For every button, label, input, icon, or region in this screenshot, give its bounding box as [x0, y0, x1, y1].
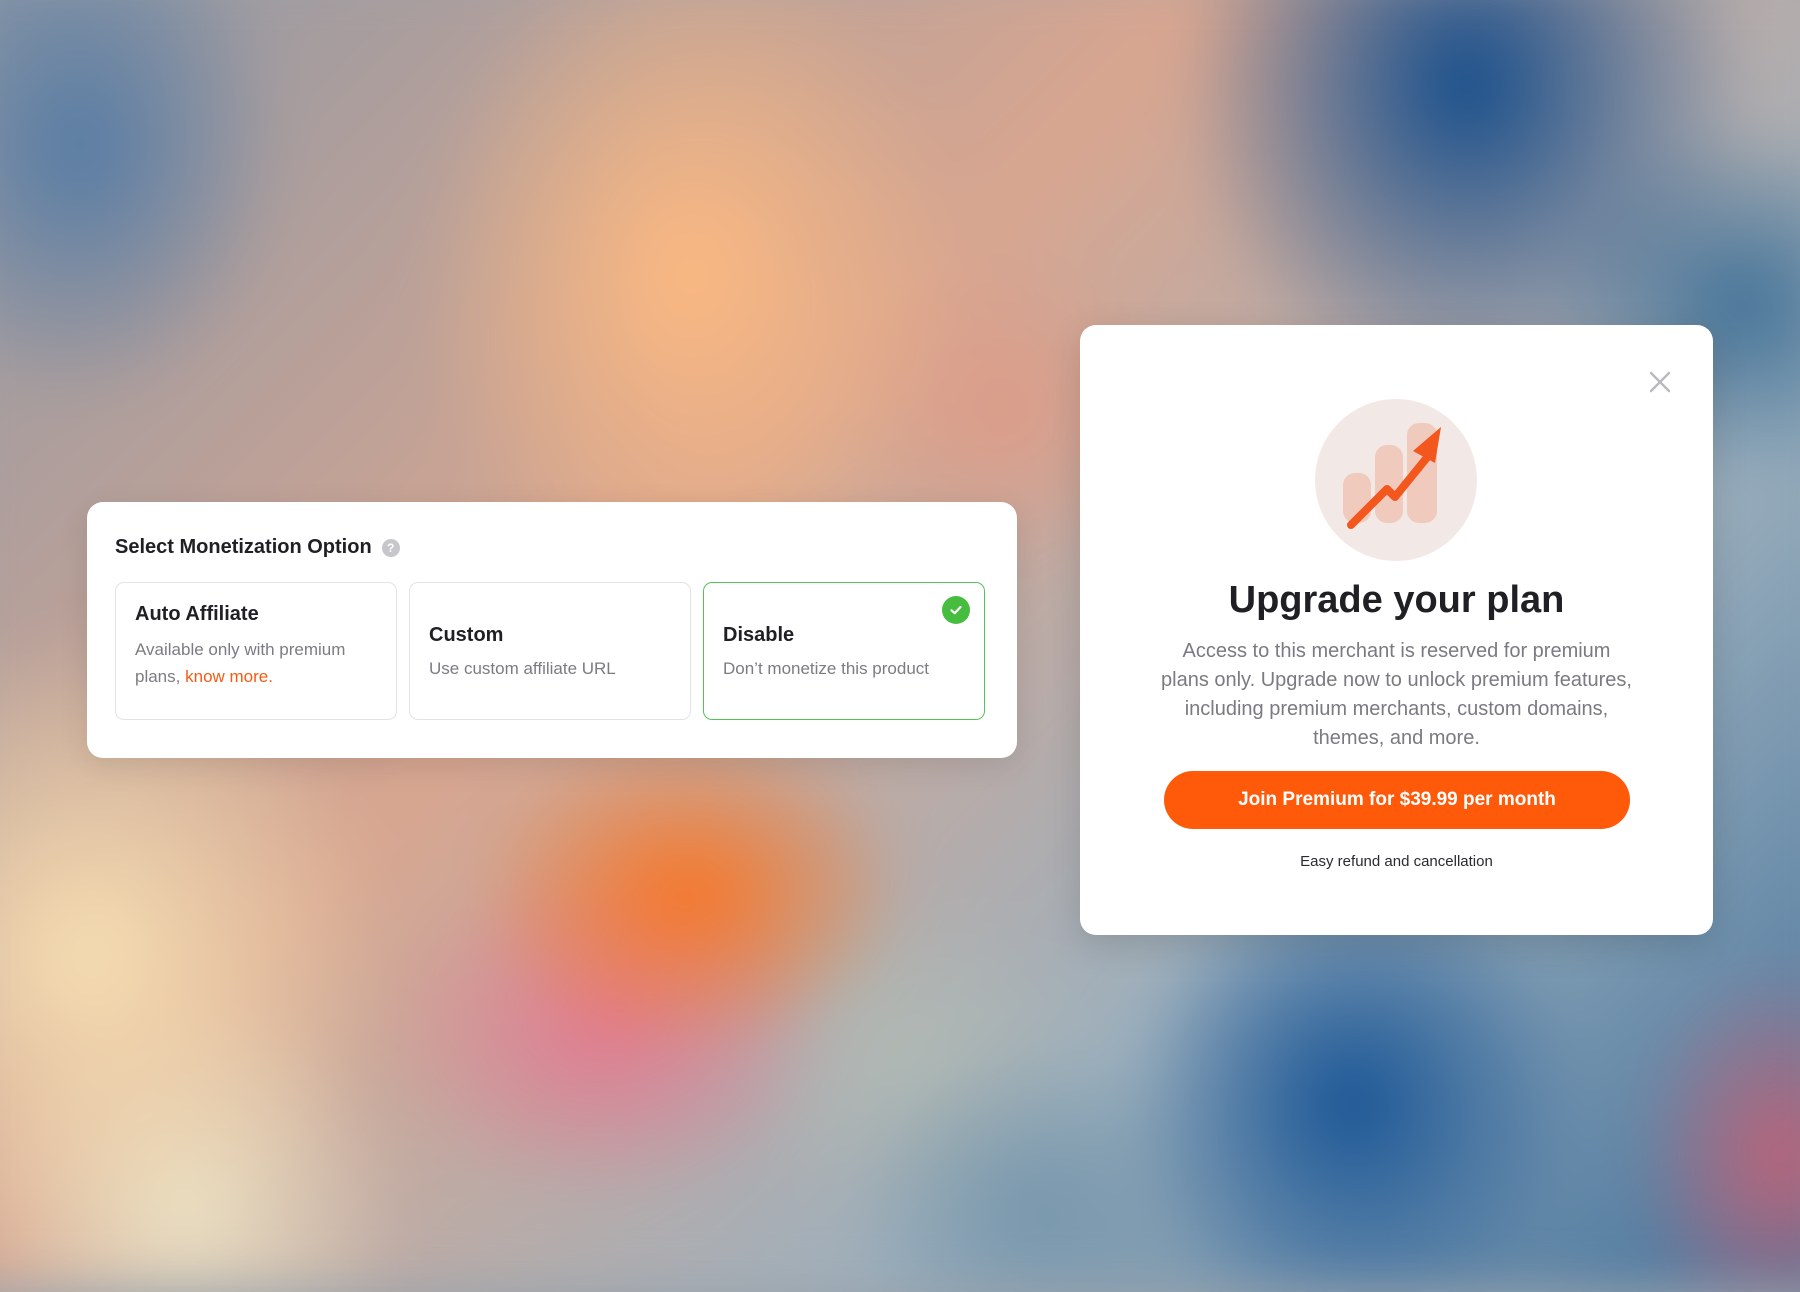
- monetization-header: Select Monetization Option ?: [115, 536, 400, 559]
- close-icon[interactable]: [1647, 369, 1673, 395]
- option-disable[interactable]: Disable Don’t monetize this product: [703, 582, 985, 720]
- monetization-options: Auto Affiliate Available only with premi…: [115, 582, 985, 720]
- option-title: Auto Affiliate: [135, 603, 259, 625]
- option-title: Disable: [723, 624, 795, 646]
- option-description: Available only with premium plans, know …: [135, 636, 377, 690]
- option-description: Don’t monetize this product: [723, 659, 929, 678]
- growth-chart-icon: [1315, 399, 1477, 561]
- option-auto-affiliate[interactable]: Auto Affiliate Available only with premi…: [115, 582, 397, 720]
- refund-note: Easy refund and cancellation: [1300, 853, 1493, 870]
- upgrade-modal: Upgrade your plan Access to this merchan…: [1080, 325, 1713, 935]
- modal-title: Upgrade your plan: [1228, 579, 1565, 621]
- option-title: Custom: [429, 624, 504, 646]
- know-more-link[interactable]: know more.: [185, 667, 273, 686]
- monetization-title: Select Monetization Option: [115, 536, 372, 558]
- join-premium-button[interactable]: Join Premium for $39.99 per month: [1164, 771, 1630, 829]
- modal-description: Access to this merchant is reserved for …: [1161, 640, 1632, 749]
- help-icon[interactable]: ?: [381, 538, 400, 557]
- option-custom[interactable]: Custom Use custom affiliate URL: [409, 582, 691, 720]
- monetization-card: Select Monetization Option ? Auto Affili…: [87, 502, 1017, 758]
- check-icon: [942, 596, 970, 624]
- option-description: Use custom affiliate URL: [429, 659, 616, 678]
